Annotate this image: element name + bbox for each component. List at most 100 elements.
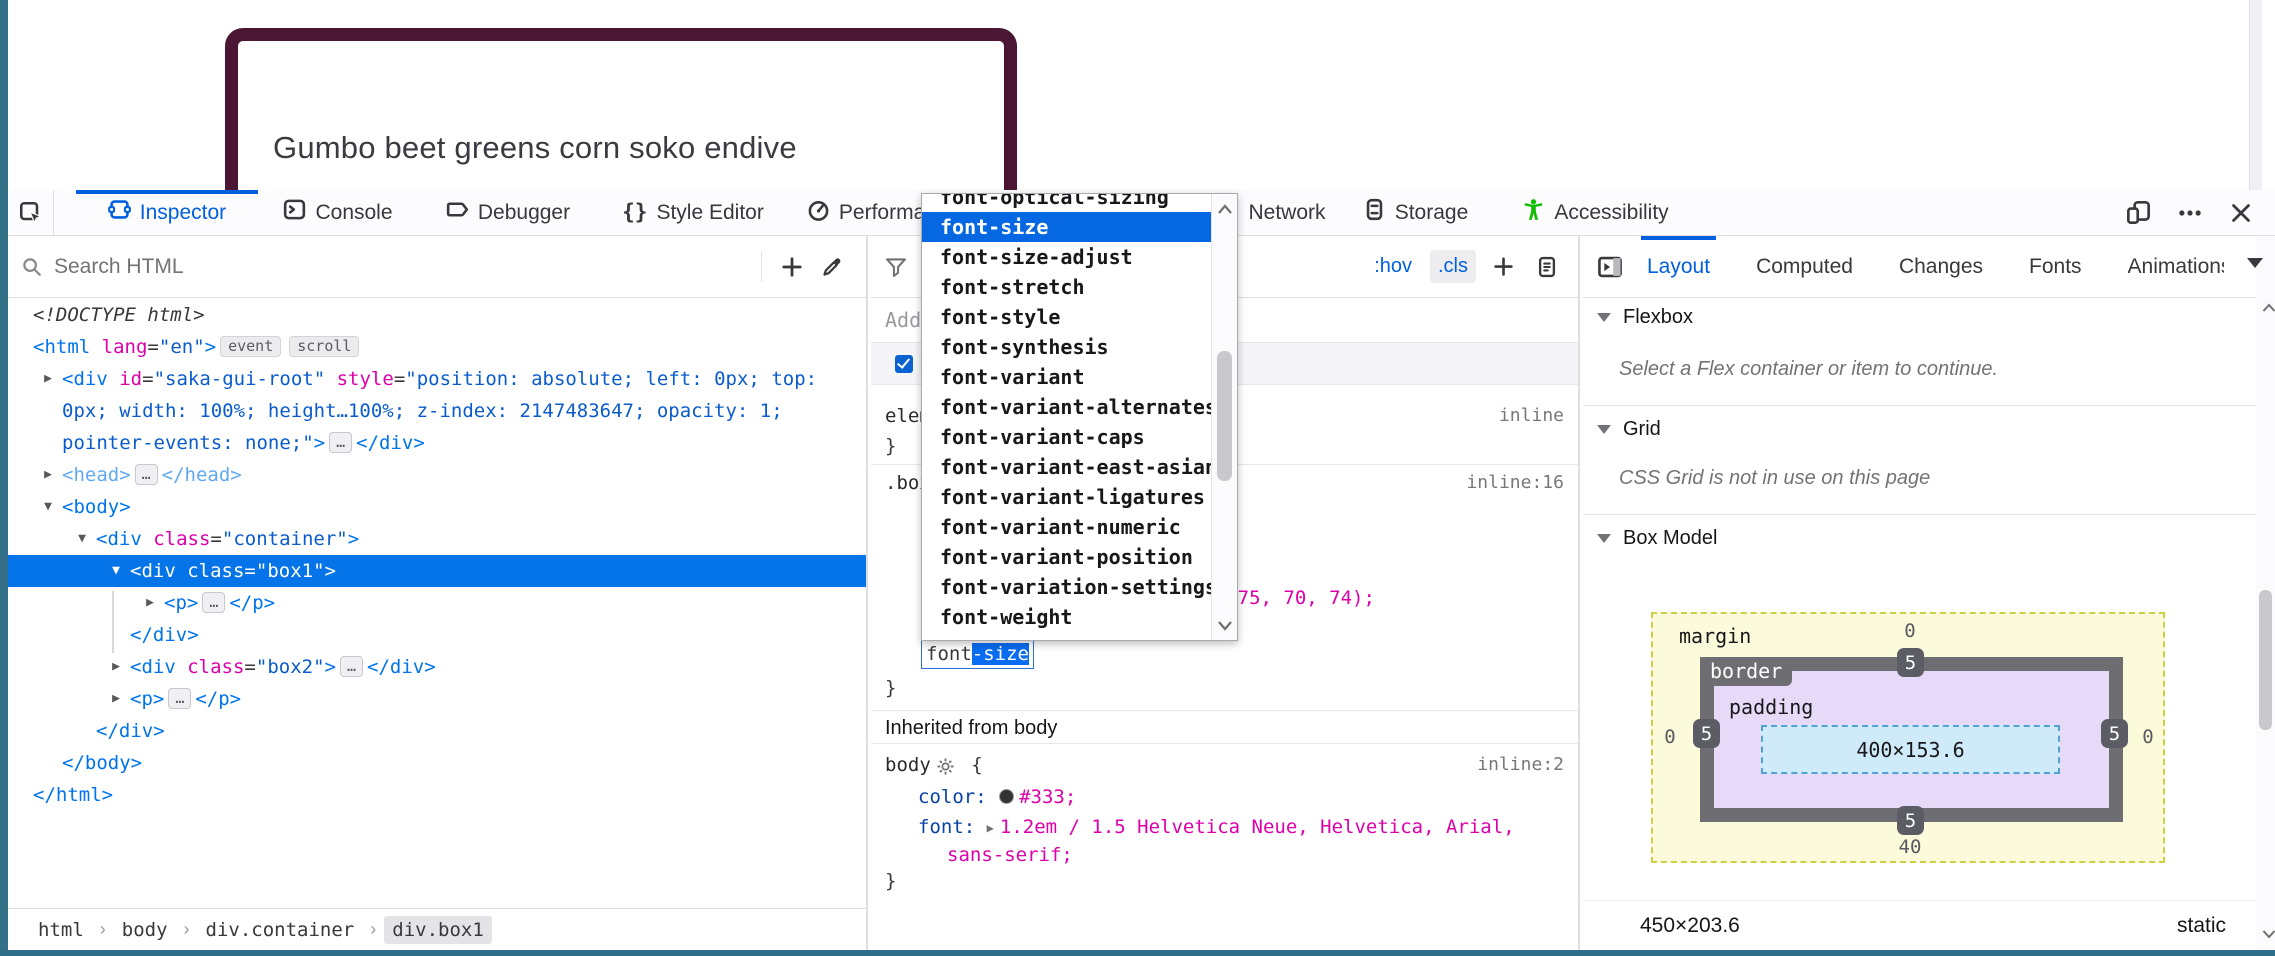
add-rule-button[interactable] [1486, 250, 1520, 284]
margin-right-value[interactable]: 0 [2133, 726, 2163, 748]
sidebar-toggle-button[interactable] [1597, 254, 1623, 280]
border-bottom-value[interactable]: 5 [1897, 806, 1924, 835]
breadcrumb-item-body[interactable]: body [114, 916, 176, 944]
collapse-arrow-icon[interactable]: ▼ [38, 491, 58, 523]
sidebar-scrollbar[interactable] [2256, 236, 2275, 950]
tab-accessibility[interactable]: Accessibility [1493, 190, 1698, 235]
devtools-menu-button[interactable] [2177, 200, 2203, 226]
scroll-down-icon[interactable] [1212, 618, 1238, 632]
autocomplete-item[interactable]: font-variant-numeric [922, 512, 1213, 542]
markup-tree-row[interactable]: ▼<div class="container"> [8, 523, 866, 555]
markup-tree-row[interactable]: ▼<body> [8, 491, 866, 523]
close-devtools-button[interactable] [2229, 201, 2253, 225]
markup-tree-row[interactable]: 0px; width: 100%; height…100%; z-index: … [8, 395, 866, 427]
search-html-input[interactable]: Search HTML [22, 255, 751, 279]
expand-value-icon[interactable]: ▶ [987, 821, 994, 835]
box-model-section-header[interactable]: Box Model [1583, 521, 2256, 555]
border-top-value[interactable]: 5 [1897, 648, 1924, 677]
autocomplete-item[interactable]: font-variant-position [922, 542, 1213, 572]
breadcrumb-item-div-container[interactable]: div.container [198, 916, 363, 944]
grid-section-header[interactable]: Grid [1583, 412, 2256, 446]
responsive-design-mode-button[interactable] [2126, 200, 2151, 225]
margin-bottom-value[interactable]: 40 [1885, 836, 1935, 858]
panel-splitter[interactable] [866, 236, 868, 950]
autocomplete-item[interactable]: font-variant-alternates [922, 392, 1213, 422]
autocomplete-item[interactable]: font-synthesis [922, 332, 1213, 362]
autocomplete-item[interactable]: font-weight [922, 602, 1213, 632]
rule-source-link[interactable]: inline [1499, 401, 1564, 431]
collapsed-content-ellipsis[interactable]: … [135, 464, 158, 485]
markup-tree-row[interactable]: ▶<head>…</head> [8, 459, 866, 491]
autocomplete-item[interactable]: font-variant-east-asian [922, 452, 1213, 482]
pick-element-button[interactable] [8, 190, 54, 235]
autocomplete-item[interactable]: font-stretch [922, 272, 1213, 302]
scroll-up-icon[interactable] [1212, 202, 1238, 216]
box-model-diagram[interactable]: margin 0 5 20 0 5 20 20 5 0 20 5 40 bord… [1651, 612, 2165, 863]
markup-tree-row[interactable]: ▶<p>…</p> [8, 587, 866, 619]
markup-tree-row[interactable]: </div> [8, 715, 866, 747]
autocomplete-item[interactable]: font-size-adjust [922, 242, 1213, 272]
pseudo-class-toggle[interactable]: :hov [1366, 250, 1420, 283]
autocomplete-item[interactable]: font-optical-sizing [922, 193, 1213, 212]
color-swatch[interactable] [999, 789, 1014, 804]
scroll-down-icon[interactable] [2256, 928, 2275, 940]
sidebar-tab-changes[interactable]: Changes [1899, 236, 1983, 298]
flexbox-section-header[interactable]: Flexbox [1583, 300, 2256, 334]
expand-arrow-icon[interactable]: ▶ [106, 683, 126, 715]
body-color-declaration[interactable]: color: #333; [871, 782, 1578, 812]
autocomplete-item[interactable]: font-style [922, 302, 1213, 332]
eyedropper-button[interactable] [812, 247, 852, 287]
collapsed-content-ellipsis[interactable]: … [202, 592, 225, 613]
markup-tree-row[interactable]: <!DOCTYPE html> [8, 299, 866, 331]
scroll-up-icon[interactable] [2256, 302, 2275, 314]
add-node-button[interactable] [772, 247, 812, 287]
margin-top-value[interactable]: 0 [1885, 620, 1935, 642]
collapsed-content-ellipsis[interactable]: … [340, 656, 363, 677]
collapse-arrow-icon[interactable]: ▼ [72, 523, 92, 555]
markup-tree-row[interactable]: </html> [8, 779, 866, 811]
tab-style-editor[interactable]: {}Style Editor [598, 190, 788, 235]
new-property-input[interactable]: font-size [921, 639, 1034, 669]
autocomplete-item[interactable]: font-size [922, 212, 1213, 242]
collapsed-content-ellipsis[interactable]: … [168, 688, 191, 709]
markup-tree-row[interactable]: </body> [8, 747, 866, 779]
margin-left-value[interactable]: 0 [1655, 726, 1685, 748]
tab-storage[interactable]: Storage [1338, 190, 1493, 235]
markup-tree-row[interactable]: pointer-events: none;">…</div> [8, 427, 866, 459]
sidebar-tab-layout[interactable]: Layout [1647, 236, 1710, 298]
box-model-content-region[interactable]: 400×153.6 [1761, 725, 2060, 774]
collapsed-content-ellipsis[interactable]: … [329, 432, 352, 453]
breadcrumb-item-div-box1[interactable]: div.box1 [384, 916, 492, 944]
markup-tree-row[interactable]: ▶<div class="box2">…</div> [8, 651, 866, 683]
body-rule-selector[interactable]: body { inline:2 [871, 750, 1578, 780]
sidebar-tab-animations[interactable]: Animations [2128, 236, 2224, 298]
class-checkbox[interactable] [895, 355, 913, 373]
rule-source-link[interactable]: inline:2 [1477, 750, 1564, 780]
tab-inspector[interactable]: Inspector [76, 190, 258, 235]
expand-arrow-icon[interactable]: ▶ [38, 459, 58, 491]
scrollbar-thumb[interactable] [1217, 351, 1232, 481]
tab-console[interactable]: Console [258, 190, 418, 235]
expand-arrow-icon[interactable]: ▶ [38, 363, 58, 395]
markup-tree-row[interactable]: ▶<p>…</p> [8, 683, 866, 715]
class-toggle[interactable]: .cls [1430, 250, 1476, 283]
panel-splitter[interactable] [1578, 236, 1580, 950]
breadcrumb-item-html[interactable]: html [30, 916, 92, 944]
border-right-value[interactable]: 5 [2101, 719, 2128, 748]
body-font-declaration[interactable]: font: ▶1.2em / 1.5 Helvetica Neue, Helve… [871, 812, 1578, 842]
expand-arrow-icon[interactable]: ▶ [106, 651, 126, 683]
collapse-arrow-icon[interactable]: ▼ [106, 555, 126, 587]
tab-debugger[interactable]: Debugger [418, 190, 598, 235]
page-scrollbar[interactable] [2249, 0, 2262, 190]
all-tabs-dropdown-icon[interactable] [2247, 258, 2263, 268]
markup-tree-row[interactable]: </div> [8, 619, 866, 651]
border-left-value[interactable]: 5 [1693, 719, 1720, 748]
autocomplete-item[interactable]: font-variant-caps [922, 422, 1213, 452]
print-simulation-button[interactable] [1530, 250, 1564, 284]
popup-scrollbar[interactable] [1211, 194, 1237, 640]
sidebar-tab-computed[interactable]: Computed [1756, 236, 1853, 298]
rule-source-link[interactable]: inline:16 [1466, 468, 1564, 498]
autocomplete-item[interactable]: font-variant-ligatures [922, 482, 1213, 512]
markup-tree-row[interactable]: ▶<div id="saka-gui-root" style="position… [8, 363, 866, 395]
scrollbar-thumb[interactable] [2259, 590, 2272, 730]
